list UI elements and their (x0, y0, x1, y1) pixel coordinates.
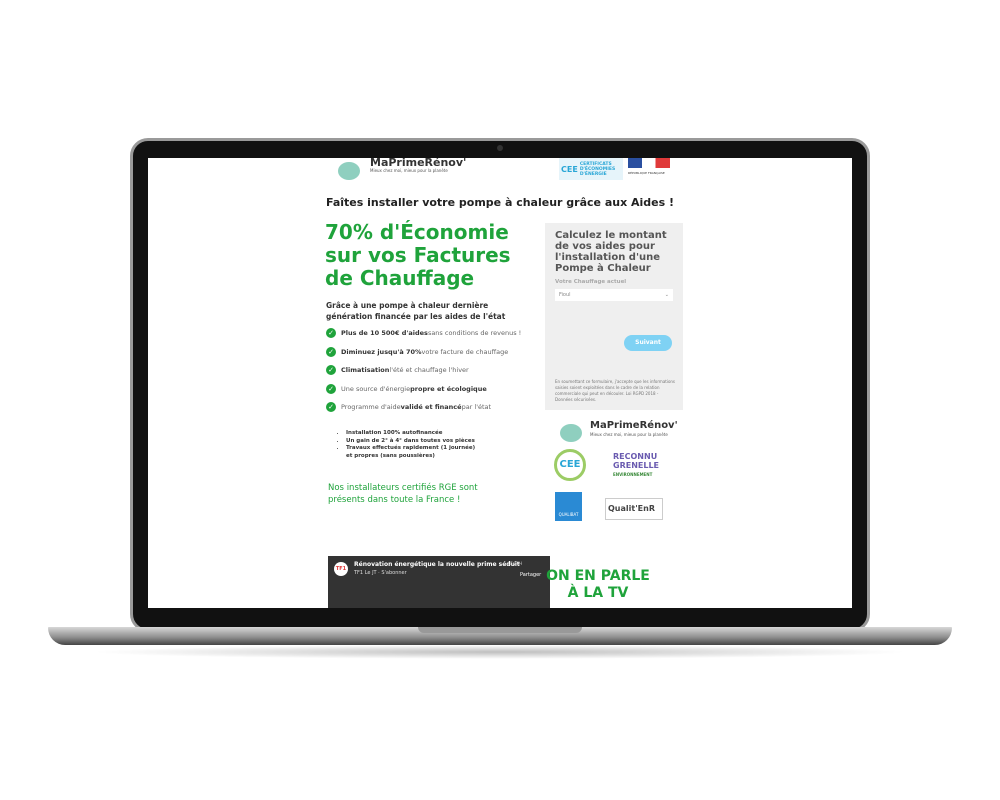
legal-text: En soumettant ce formulaire, j'accepte q… (555, 379, 676, 402)
check-icon: ✓ (326, 346, 336, 357)
feature-item: ✓ Climatisation l'été et chauffage l'hive… (326, 361, 546, 380)
maprimerenov-logo-2: MaPrimeRénov' Mieux chez moi, mieux pour… (556, 416, 678, 444)
reconnu-grenelle-logo: RECONNU GRENELLE ENVIRONNEMENT (613, 452, 660, 477)
tv-heading: ON EN PARLE À LA TV (546, 568, 650, 601)
qualitenr-logo: Qualit'EnR (605, 498, 663, 520)
video-title[interactable]: Rénovation énergétique la nouvelle prime… (354, 561, 520, 568)
aid-calculator-form: Calculez le montant de vos aides pour l'… (545, 223, 683, 410)
republique-francaise-logo: RÉPUBLIQUE FRANÇAISE (628, 158, 670, 178)
check-icon: ✓ (326, 365, 336, 376)
video-channel[interactable]: TF1 Le JT · S'abonner (354, 570, 407, 576)
heating-select[interactable]: Fioul ⌄ (555, 289, 673, 301)
feature-item: ✓ Programme d'aide validé et financé par … (326, 398, 546, 417)
qualibat-rge-logo: QUALIBAT (555, 492, 582, 521)
check-icon: ✓ (326, 402, 336, 413)
form-title: Calculez le montant de vos aides pour l'… (555, 230, 667, 274)
laptop-notch (418, 627, 582, 633)
hero-headline: 70% d'Économie sur vos Factures de Chauf… (325, 220, 511, 290)
chevron-down-icon: ⌄ (664, 292, 669, 298)
feature-item: ✓ Une source d'énergie propre et écologiq… (326, 380, 546, 399)
banner-title: Faîtes installer votre pompe à chaleur g… (325, 196, 675, 209)
cee-header-logo: CEE CERTIFICATS D'ÉCONOMIES D'ÉNERGIE (559, 158, 623, 180)
check-icon: ✓ (326, 328, 336, 339)
benefit-bullets: Installation 100% autofinancée Un gain d… (336, 430, 476, 460)
next-button[interactable]: Suivant (624, 335, 672, 351)
camera (497, 145, 503, 151)
tf1-icon: TF1 (334, 562, 348, 576)
hero-subtitle: Grâce à une pompe à chaleur dernière gén… (326, 301, 506, 321)
cee-logo: CEE (554, 449, 586, 481)
cee-subtitle: CERTIFICATS D'ÉCONOMIES D'ÉNERGIE (579, 161, 616, 177)
laptop-shadow (90, 645, 910, 659)
installers-text: Nos installateurs certifiés RGE sont pré… (328, 483, 478, 505)
feature-item: ✓ Diminuez jusqu'à 70% votre facture de c… (326, 343, 546, 362)
laptop-screen: MaPrimeRénov' Mieux chez moi, mieux pour… (148, 158, 852, 608)
tv-video[interactable]: TF1 Rénovation énergétique la nouvelle p… (328, 556, 550, 608)
feature-list: ✓ Plus de 10 500€ d'aides sans conditions… (326, 324, 546, 417)
check-icon: ✓ (326, 383, 336, 394)
heating-label: Votre Chauffage actuel (555, 279, 627, 285)
feature-item: ✓ Plus de 10 500€ d'aides sans conditions… (326, 324, 546, 343)
